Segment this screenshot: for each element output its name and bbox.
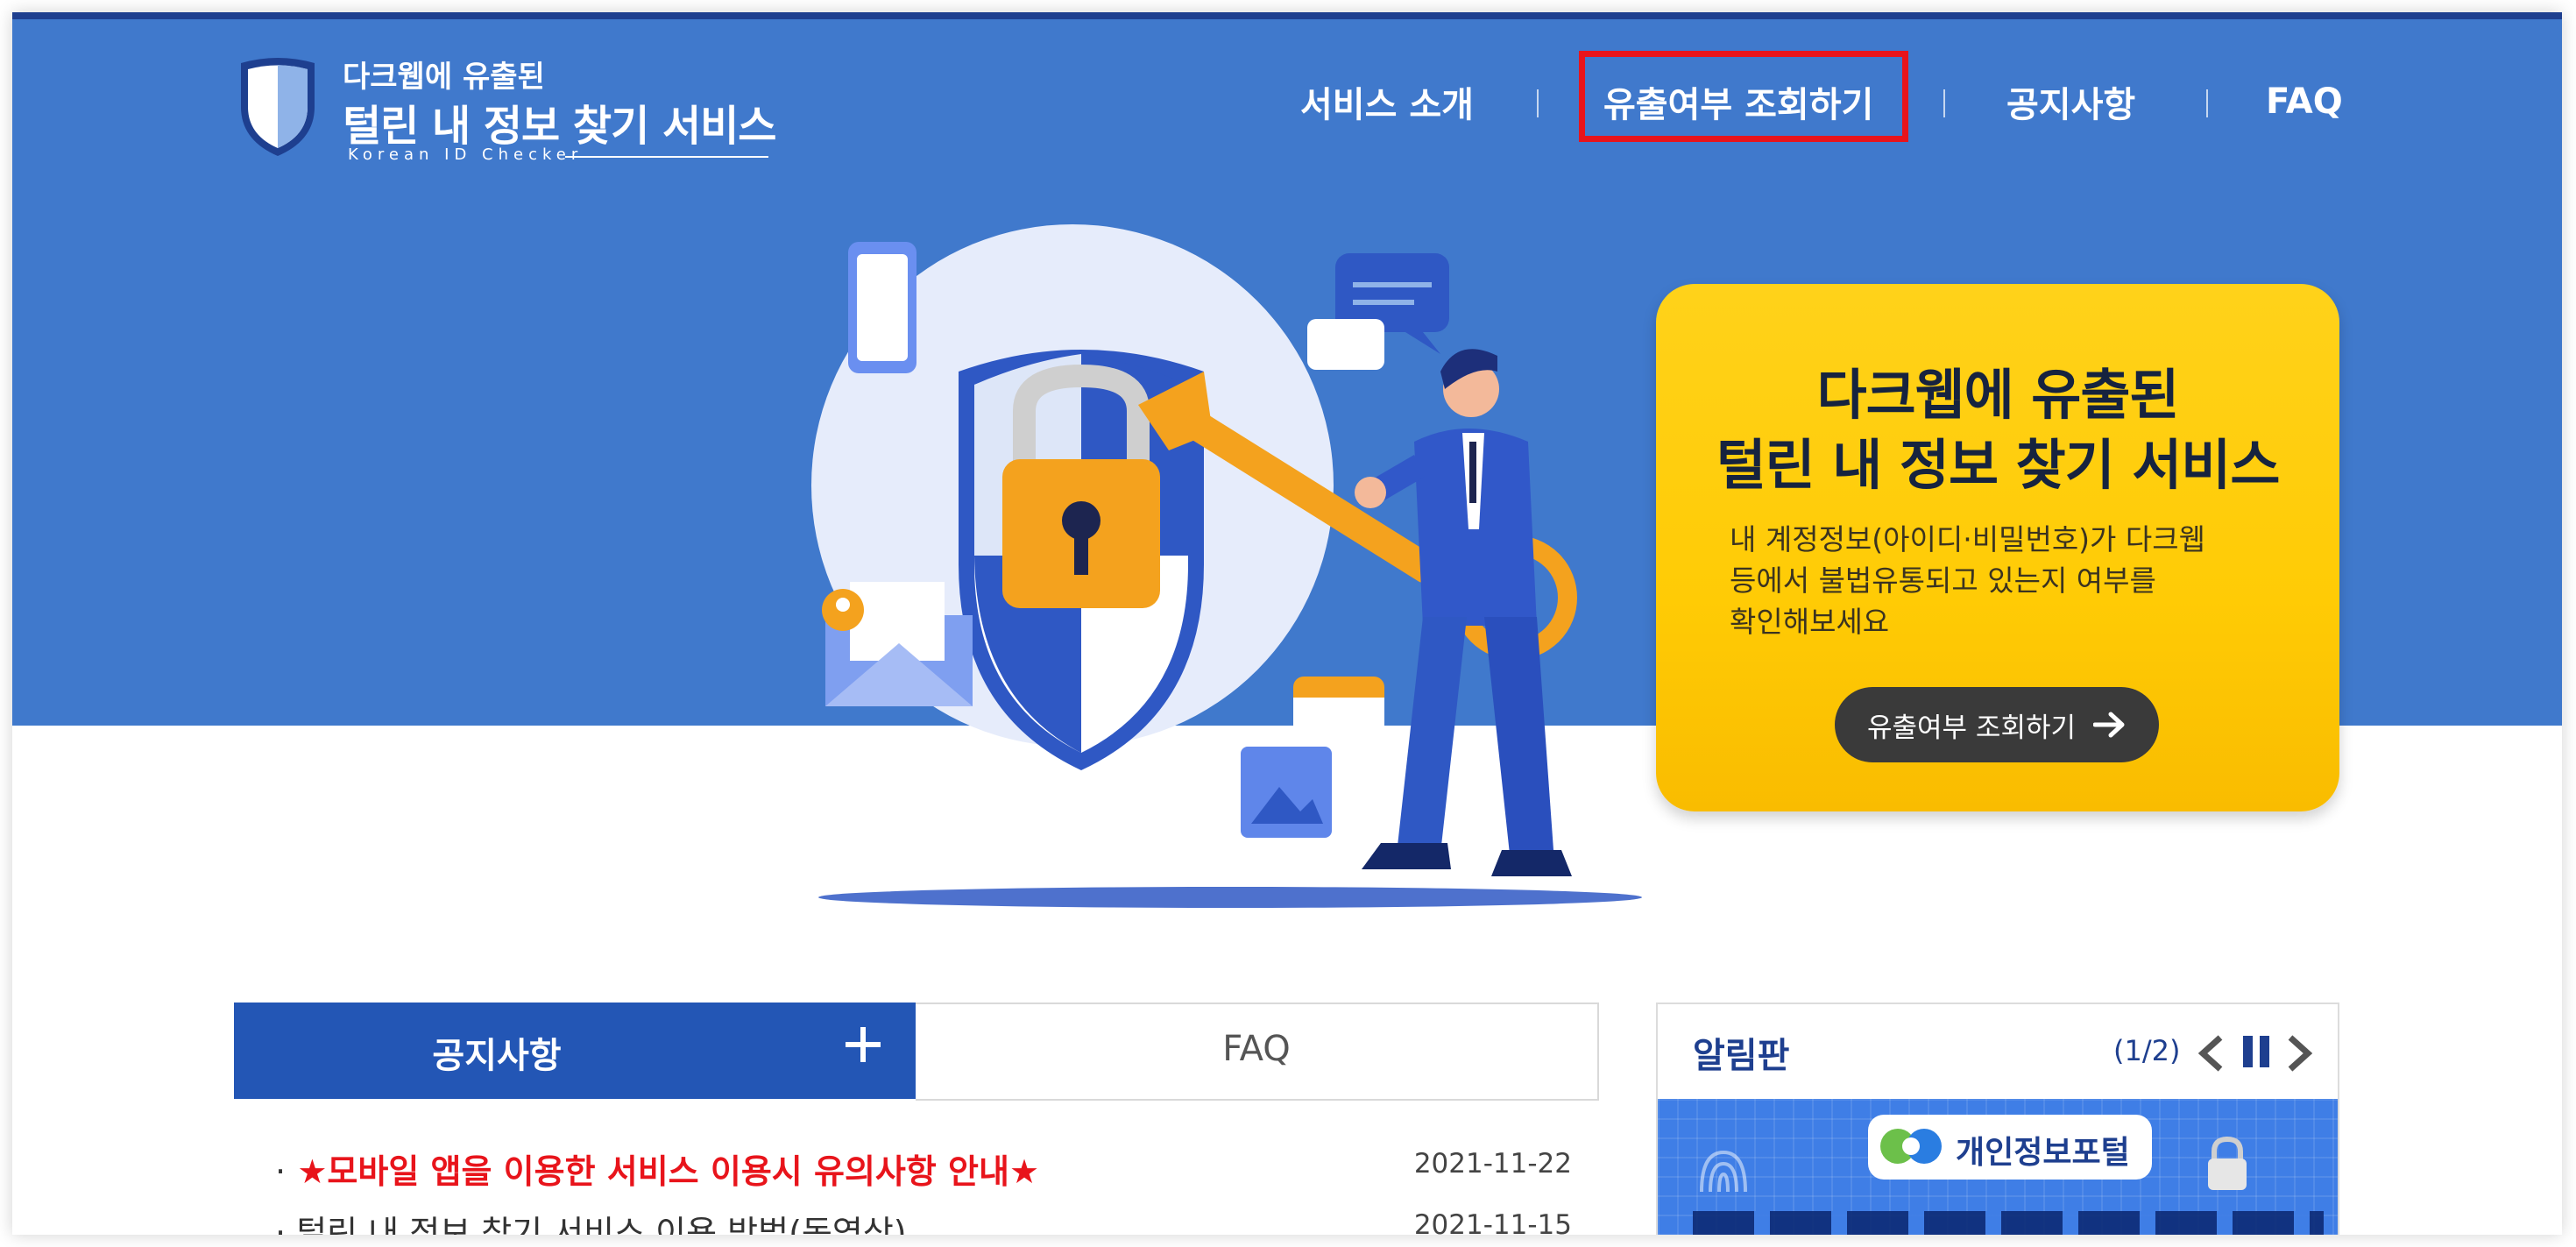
nav-notice[interactable]: 공지사항	[2006, 67, 2135, 137]
leak-check-button[interactable]: 유출여부 조회하기	[1835, 687, 2159, 762]
security-illustration	[811, 224, 1642, 908]
notice-title[interactable]: · ★모바일 앱을 이용한 서비스 이용시 유의사항 안내★	[275, 1144, 1039, 1193]
phone-icon	[848, 242, 916, 373]
hero-title-line2: 털린 내 정보 찾기 서비스	[1716, 433, 2281, 497]
logo-underline	[565, 156, 768, 158]
chat-bubble-icon	[1307, 253, 1449, 370]
banner-label: 개인정보포털	[1956, 1135, 2130, 1171]
site-logo[interactable]: 다크웹에 유출된 털린 내 정보 찾기 서비스 Korean ID Checke…	[234, 47, 777, 170]
top-accent-line	[12, 12, 2562, 19]
shield-logo-icon	[241, 58, 315, 156]
plus-icon[interactable]	[842, 1024, 884, 1066]
nav-service-intro[interactable]: 서비스 소개	[1300, 67, 1474, 137]
tab-label: FAQ	[1222, 1029, 1291, 1069]
nav-link-label[interactable]: 서비스 소개	[1300, 76, 1474, 127]
hero-desc-line: 등에서 불법유통되고 있는지 여부를	[1730, 563, 2156, 598]
logo-subtitle: 다크웹에 유출된	[343, 60, 545, 95]
nav-divider	[2206, 89, 2208, 117]
button-label: 유출여부 조회하기	[1866, 712, 2076, 744]
fingerprint-icon	[1700, 1150, 1747, 1193]
notice-title-text: 털린 내 정보 찾기 서비스 이용 방법(동영상)	[296, 1214, 907, 1235]
chevron-left-icon[interactable]	[2196, 1034, 2227, 1073]
hero-card: 다크웹에 유출된 털린 내 정보 찾기 서비스 내 계정정보(아이디·비밀번호)…	[1656, 284, 2339, 811]
privacy-portal-banner[interactable]: 개인정보포털	[1658, 1099, 2338, 1235]
browser-viewport: 다크웹에 유출된 털린 내 정보 찾기 서비스 Korean ID Checke…	[12, 12, 2562, 1235]
hero-desc-line: 확인해보세요	[1730, 605, 1890, 639]
bullet: ·	[275, 1152, 287, 1191]
board-page-indicator: (1/2)	[2113, 1034, 2181, 1067]
board-title: 알림판	[1693, 1036, 1790, 1076]
logo-english: Korean ID Checker	[348, 145, 584, 164]
highlight-box	[1579, 51, 1908, 142]
alert-board: 알림판 (1/2) 개인정보포털	[1656, 1003, 2339, 1235]
nav-link-label[interactable]: FAQ	[2266, 81, 2343, 122]
notice-row[interactable]: · 털린 내 정보 찾기 서비스 이용 방법(동영상) 2021-11-15	[275, 1206, 1572, 1235]
hero-description: 내 계정정보(아이디·비밀번호)가 다크웹 등에서 불법유통되고 있는지 여부를…	[1730, 519, 2255, 642]
nav-link-label[interactable]: 공지사항	[2006, 76, 2135, 127]
hero-title-line1: 다크웹에 유출된	[1816, 363, 2180, 427]
portal-logo-icon	[1880, 1129, 1942, 1164]
arrow-right-icon	[2093, 712, 2125, 738]
notice-date: 2021-11-22	[1413, 1148, 1572, 1180]
businessman-figure	[1355, 349, 1572, 876]
notice-title-text: ★모바일 앱을 이용한 서비스 이용시 유의사항 안내★	[297, 1152, 1040, 1191]
notice-title[interactable]: · 털린 내 정보 찾기 서비스 이용 방법(동영상)	[275, 1206, 907, 1235]
tab-notice[interactable]: 공지사항	[234, 1003, 916, 1099]
nav-divider	[1943, 89, 1945, 117]
hero-desc-line: 내 계정정보(아이디·비밀번호)가 다크웹	[1730, 522, 2205, 556]
logo-title: 털린 내 정보 찾기 서비스	[343, 102, 776, 151]
nav-faq[interactable]: FAQ	[2266, 67, 2343, 137]
banner-headline	[1693, 1211, 2324, 1235]
notice-row[interactable]: · ★모바일 앱을 이용한 서비스 이용시 유의사항 안내★ 2021-11-2…	[275, 1144, 1572, 1194]
image-icon	[1241, 747, 1332, 838]
lock-icon	[2208, 1136, 2247, 1190]
notice-date: 2021-11-15	[1413, 1209, 1572, 1235]
tab-faq[interactable]: FAQ	[916, 1003, 1599, 1101]
chevron-right-icon[interactable]	[2283, 1034, 2315, 1073]
pause-icon[interactable]	[2241, 1034, 2271, 1069]
tab-label: 공지사항	[432, 1036, 562, 1076]
bullet: ·	[275, 1214, 287, 1235]
nav-divider	[1537, 89, 1539, 117]
